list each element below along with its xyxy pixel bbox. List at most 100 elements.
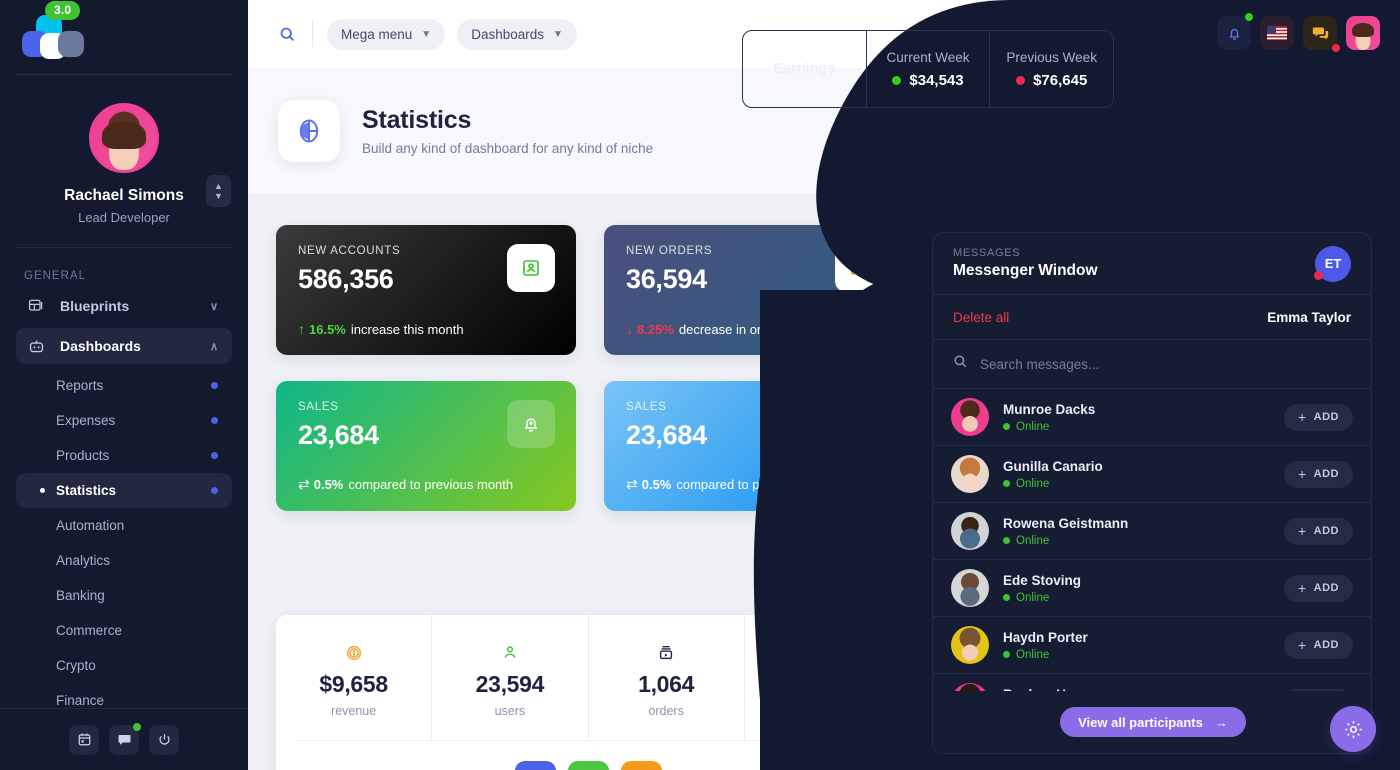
sidebar-item-reports[interactable]: Reports bbox=[16, 368, 232, 403]
list-item[interactable]: Rowena Geistmann Online + ADD bbox=[933, 503, 1371, 560]
bell-plus-icon bbox=[507, 400, 555, 448]
avatar bbox=[951, 455, 989, 493]
sidebar-item-statistics[interactable]: Statistics bbox=[16, 473, 232, 508]
sidebar-item-commerce[interactable]: Commerce bbox=[16, 613, 232, 648]
list-item[interactable]: Ede Stoving Online + ADD bbox=[933, 560, 1371, 617]
sidebar-subitem-label: Reports bbox=[56, 378, 104, 393]
metric-revenue: $9,658 revenue bbox=[276, 615, 433, 740]
dashboards-menu-button[interactable]: Dashboards ▼ bbox=[457, 18, 577, 50]
plus-icon: + bbox=[1297, 409, 1307, 425]
metric-value: 23,594 bbox=[475, 671, 545, 697]
card-sales-blue[interactable]: SALES 23,684 ⇄ 0.5% compared to previous… bbox=[604, 381, 904, 511]
arrow-right-icon: → bbox=[1214, 714, 1228, 730]
metric-value: 1,064 bbox=[638, 671, 695, 697]
metric-orders-2: 9,678M orders bbox=[745, 615, 900, 740]
chat-icon[interactable] bbox=[109, 722, 141, 755]
status-badge: Online bbox=[1003, 592, 1081, 604]
earnings-previous-week: Previous Week $76,645 bbox=[989, 31, 1113, 107]
view-all-participants-button[interactable]: View all participants → bbox=[1060, 707, 1246, 737]
sidebar-item-blueprints[interactable]: Blueprints ∨ bbox=[16, 288, 232, 324]
add-circle-button[interactable] bbox=[514, 760, 556, 770]
add-contact-button[interactable]: + ADD bbox=[1283, 631, 1353, 659]
header-divider bbox=[312, 21, 313, 47]
sidebar-item-dashboards[interactable]: Dashboards ∧ bbox=[16, 328, 232, 364]
settings-gear-button[interactable] bbox=[1330, 706, 1376, 752]
search-input[interactable]: Search messages... bbox=[980, 357, 1099, 372]
sidebar-item-products[interactable]: Products bbox=[16, 438, 232, 473]
sidebar-subitem-label: Commerce bbox=[56, 623, 123, 638]
add-contact-button[interactable]: + ADD bbox=[1283, 574, 1353, 602]
chevron-down-icon: ▼ bbox=[214, 190, 223, 201]
sidebar-item-crypto[interactable]: Crypto bbox=[16, 648, 232, 683]
flag-icon[interactable] bbox=[1260, 16, 1294, 50]
user-avatar[interactable] bbox=[1346, 16, 1380, 50]
contact-name: Ede Stoving bbox=[1003, 572, 1082, 588]
earnings-value-wrap: $76,645 bbox=[1016, 72, 1087, 89]
app-root: 3.0 Rachael Simons Lead Developer ▲ ▼ GE… bbox=[0, 0, 1400, 770]
bell-icon[interactable] bbox=[1217, 13, 1253, 50]
view-all-label: View all participants bbox=[1078, 714, 1203, 730]
avatar bbox=[951, 398, 989, 436]
calendar-icon[interactable] bbox=[69, 724, 99, 755]
search-icon bbox=[953, 354, 968, 374]
status-dot bbox=[211, 452, 218, 459]
sidebar-subitem-label: Expenses bbox=[56, 413, 116, 428]
status-badge: Online bbox=[1003, 535, 1128, 547]
messages-icon[interactable] bbox=[1303, 16, 1340, 52]
logo-area[interactable]: 3.0 bbox=[0, 0, 248, 74]
earnings-title: Earnings bbox=[773, 61, 836, 77]
list-item[interactable]: Haydn Porter Online + ADD bbox=[933, 617, 1371, 674]
card-footnote-text: compared to previous month bbox=[676, 477, 842, 492]
sidebar-subitem-label: Crypto bbox=[56, 658, 96, 673]
messenger-avatar[interactable]: ET bbox=[1314, 245, 1351, 282]
status-dot bbox=[211, 382, 218, 389]
plus-icon: + bbox=[1297, 466, 1307, 482]
mega-menu-button[interactable]: Mega menu ▼ bbox=[327, 18, 446, 50]
status-badge: Online bbox=[1003, 421, 1095, 433]
profile-avatar[interactable] bbox=[89, 103, 159, 173]
notification-dot bbox=[1245, 13, 1253, 21]
card-new-orders[interactable]: NEW ORDERS 36,594 ↓ 8.25% decrease in or… bbox=[604, 225, 904, 355]
page-subtitle: Build any kind of dashboard for any kind… bbox=[362, 140, 654, 156]
add-store-button[interactable] bbox=[620, 760, 662, 770]
user-icon bbox=[501, 643, 519, 663]
sidebar-subitem-label: Finance bbox=[56, 693, 105, 708]
status-badge: Online bbox=[1003, 478, 1103, 490]
contact-name: Rowena Geistmann bbox=[1003, 515, 1129, 531]
add-contact-button[interactable]: + ADD bbox=[1283, 403, 1353, 431]
sidebar-profile: Rachael Simons Lead Developer ▲ ▼ bbox=[0, 75, 248, 247]
bell-plus-icon bbox=[835, 400, 883, 448]
list-item[interactable]: Munroe Dacks Online + ADD bbox=[933, 389, 1371, 446]
sidebar-subitem-label: Statistics bbox=[56, 483, 117, 498]
chat-notification-dot bbox=[133, 722, 141, 731]
add-location-button[interactable] bbox=[567, 760, 609, 770]
add-contact-button[interactable]: + ADD bbox=[1283, 517, 1353, 545]
plus-icon: + bbox=[1297, 523, 1307, 539]
avatar bbox=[951, 512, 989, 550]
card-footnote-text: increase this month bbox=[350, 321, 464, 337]
profile-switcher-button[interactable]: ▲ ▼ bbox=[206, 175, 231, 207]
power-icon[interactable] bbox=[149, 724, 179, 755]
metric-value: $9,658 bbox=[319, 671, 388, 697]
compare-arrows-icon: ⇄ bbox=[298, 476, 310, 492]
card-sales-green[interactable]: SALES 23,684 ⇄ 0.5% compared to previous… bbox=[276, 381, 576, 511]
sidebar: 3.0 Rachael Simons Lead Developer ▲ ▼ GE… bbox=[0, 0, 248, 770]
add-label: ADD bbox=[1313, 639, 1339, 651]
contacts-list: Munroe Dacks Online + ADD Gunilla Canari… bbox=[933, 389, 1371, 731]
chevron-down-icon: ▼ bbox=[553, 28, 563, 40]
add-contact-button[interactable]: + ADD bbox=[1283, 460, 1353, 488]
sidebar-item-analytics[interactable]: Analytics bbox=[16, 543, 232, 578]
delete-all-button[interactable]: Delete all bbox=[953, 310, 1009, 325]
metrics-panel: $9,658 revenue 23,594 users 1,064 orders… bbox=[276, 615, 900, 770]
metric-label: users bbox=[494, 704, 526, 718]
contact-name: Gunilla Canario bbox=[1003, 458, 1103, 474]
list-item[interactable]: Gunilla Canario Online + ADD bbox=[933, 446, 1371, 503]
search-icon[interactable] bbox=[270, 17, 304, 51]
card-delta: 0.5% bbox=[641, 477, 672, 492]
messenger-search-row[interactable]: Search messages... bbox=[933, 340, 1371, 389]
sidebar-nav: GENERAL Blueprints ∨ Dashboards ∧ Report… bbox=[0, 248, 248, 718]
sidebar-item-banking[interactable]: Banking bbox=[16, 578, 232, 613]
sidebar-item-expenses[interactable]: Expenses bbox=[16, 403, 232, 438]
card-new-accounts[interactable]: NEW ACCOUNTS 586,356 ↑ 16.5% increase th… bbox=[276, 225, 576, 355]
sidebar-item-automation[interactable]: Automation bbox=[16, 508, 232, 543]
